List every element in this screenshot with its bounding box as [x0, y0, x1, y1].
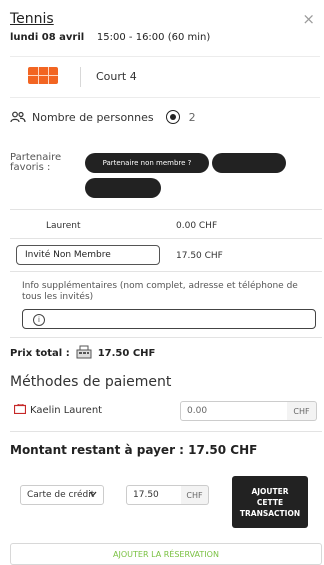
divider	[10, 209, 322, 210]
info-icon: i	[33, 314, 45, 326]
booking-datetime: lundi 08 avril 15:00 - 16:00 (60 min)	[10, 32, 210, 43]
participant-price: 17.50 CHF	[176, 251, 223, 261]
guest-name-field[interactable]: Invité Non Membre	[16, 245, 160, 265]
persons-label: Nombre de personnes	[32, 110, 154, 124]
total-value: 17.50 CHF	[97, 348, 156, 359]
divider	[10, 337, 322, 338]
court-label: Court 4	[96, 70, 137, 83]
divider	[10, 431, 322, 432]
credit-card-icon	[13, 403, 27, 417]
info-input[interactable]: i	[22, 309, 316, 329]
favorite-partner-chip[interactable]	[212, 153, 286, 173]
participant-name: Laurent	[46, 221, 81, 231]
partner-non-member-button[interactable]: Partenaire non membre ?	[85, 153, 209, 173]
court-card: Court 4	[10, 56, 320, 98]
total-label: Prix total :	[10, 348, 70, 359]
booking-date: lundi 08 avril	[10, 32, 85, 43]
court-divider	[80, 67, 81, 87]
card-holder-name: Kaelin Laurent	[30, 405, 103, 416]
persons-row: Nombre de personnes 2	[10, 110, 196, 124]
cash-register-icon	[76, 345, 92, 362]
favorite-partner-chip[interactable]	[85, 178, 161, 198]
remaining-amount: Montant restant à payer : 17.50 CHF	[10, 443, 258, 457]
card-amount-input[interactable]: 0.00	[180, 401, 288, 421]
total-price: Prix total : 17.50 CHF	[10, 345, 155, 362]
partner-label: Partenaire favoris :	[10, 152, 62, 173]
booking-time: 15:00 - 16:00 (60 min)	[96, 32, 211, 43]
payment-methods-title: Méthodes de paiement	[10, 374, 172, 390]
member-card-row: Kaelin Laurent	[13, 403, 103, 417]
persons-radio[interactable]	[165, 110, 180, 124]
currency-addon: CHF	[287, 401, 317, 421]
add-reservation-button[interactable]: AJOUTER LA RÉSERVATION	[10, 543, 322, 565]
currency-addon: CHF	[181, 485, 209, 505]
info-label: Info supplémentaires (nom complet, adres…	[22, 281, 298, 302]
booking-title: Tennis	[10, 11, 54, 27]
chevron-down-icon	[89, 490, 97, 499]
close-icon[interactable]: ×	[302, 10, 315, 28]
divider	[10, 238, 322, 239]
participant-price: 0.00 CHF	[176, 221, 218, 231]
add-transaction-button[interactable]: AJOUTER CETTE TRANSACTION	[232, 476, 308, 528]
divider	[10, 271, 322, 272]
payment-method-select[interactable]: Carte de crédit	[20, 485, 104, 505]
tennis-court-icon	[28, 67, 58, 84]
transaction-amount-input[interactable]: 17.50	[126, 485, 182, 505]
persons-count: 2	[188, 110, 196, 124]
users-icon	[10, 111, 26, 123]
